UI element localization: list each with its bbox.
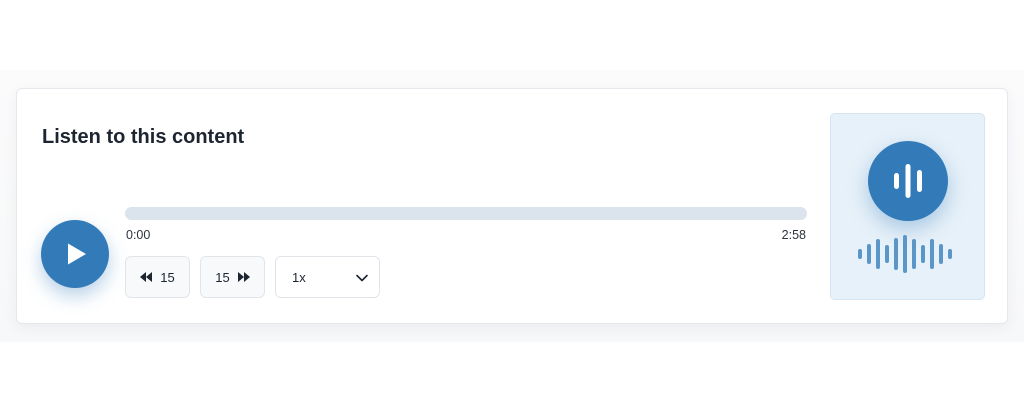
progress-bar[interactable] <box>125 207 807 220</box>
rewind-icon <box>140 272 153 282</box>
playback-speed-select[interactable]: 1x <box>275 256 380 298</box>
play-button[interactable] <box>41 220 109 288</box>
rewind-seconds-label: 15 <box>160 269 175 285</box>
waveform-icon <box>858 235 952 273</box>
audio-player-card: Listen to this content 0:00 2:58 15 15 1… <box>16 88 1008 324</box>
audio-bars-icon <box>894 164 922 198</box>
playback-speed-value: 1x <box>292 270 306 285</box>
player-title: Listen to this content <box>42 126 245 148</box>
forward-seconds-label: 15 <box>215 269 230 285</box>
forward-15-button[interactable]: 15 <box>200 256 265 298</box>
rewind-15-button[interactable]: 15 <box>125 256 190 298</box>
audio-visual-circle <box>868 141 948 221</box>
audio-visual-panel <box>830 113 985 300</box>
fast-forward-icon <box>237 272 250 282</box>
play-icon <box>68 243 86 265</box>
chevron-down-icon <box>356 274 368 282</box>
total-time: 2:58 <box>781 228 806 242</box>
current-time: 0:00 <box>126 228 151 242</box>
